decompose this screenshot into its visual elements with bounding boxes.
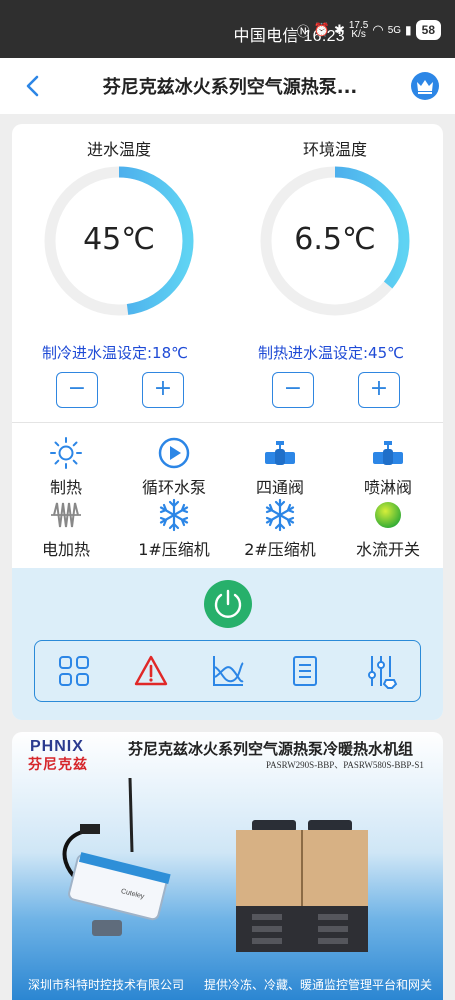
status-label: 循环水泵 [141, 478, 206, 497]
valve-icon [373, 441, 403, 465]
cooling-plus-button[interactable]: + [142, 372, 184, 408]
back-arrow-icon[interactable] [22, 74, 46, 98]
heating-setpoint: 制热进水温设定:45℃ [258, 344, 404, 362]
status-compressor-2: 2#压缩机 [230, 498, 330, 560]
crown-icon [417, 80, 433, 94]
banner-company: 深圳市科特时控技术有限公司 [28, 978, 185, 992]
warning-icon[interactable] [133, 653, 169, 689]
status-label: 制热 [49, 478, 82, 497]
power-button[interactable] [204, 580, 252, 628]
status-icons: Ⓝ ⏰ ✱ 17.5 K/s ◠ 5G ▮ 58 [297, 20, 441, 40]
status-spray-valve: 喷淋阀 [338, 436, 438, 498]
grid-icon[interactable] [56, 653, 92, 689]
control-card: 进水温度 45℃ 环境温度 6.5℃ 制冷进水温设定:18℃ 制热进水温设定:4… [12, 124, 443, 720]
green-dot-icon [375, 502, 401, 528]
status-label: 喷淋阀 [363, 478, 412, 497]
status-flow-switch: 水流开关 [338, 498, 438, 560]
status-label: 四通阀 [255, 478, 304, 497]
wifi-icon: ◠ [372, 22, 384, 37]
snowflake-icon [265, 498, 295, 532]
crown-button[interactable] [411, 72, 439, 100]
status-label: 电加热 [41, 540, 90, 559]
heating-plus-button[interactable]: + [358, 372, 400, 408]
status-pump: 循环水泵 [124, 436, 224, 498]
heat-pump-unit-image [236, 820, 368, 952]
ambient-temp-value: 6.5℃ [294, 222, 376, 257]
sliders-icon[interactable] [364, 653, 400, 689]
status-bar: 中国电信 16:23 Ⓝ ⏰ ✱ 17.5 K/s ◠ 5G ▮ 58 [0, 0, 455, 58]
status-label: 1#压缩机 [138, 540, 210, 559]
net-speed: 17.5 K/s [348, 20, 369, 40]
list-icon[interactable] [287, 653, 323, 689]
sun-icon [50, 437, 82, 469]
control-area [12, 568, 443, 720]
nfc-icon: Ⓝ [296, 23, 310, 39]
chart-icon[interactable] [210, 653, 246, 689]
nav-bar: 芬尼克兹冰火系列空气源热泵... [0, 58, 455, 114]
battery-indicator: 58 [415, 20, 441, 40]
status-heating: 制热 [16, 436, 116, 498]
cooling-minus-button[interactable]: − [56, 372, 98, 408]
gateway-device-image: Cuteley [62, 777, 171, 936]
status-compressor-1: 1#压缩机 [124, 498, 224, 560]
banner-title: 芬尼克兹冰火系列空气源热泵冷暖热水机组 [128, 740, 414, 758]
valve-icon [265, 441, 295, 465]
ambient-temp-label: 环境温度 [302, 140, 367, 159]
inlet-temp-label: 进水温度 [86, 140, 151, 159]
status-four-way-valve: 四通阀 [230, 436, 330, 498]
banner-models: PASRW290S-BBP、PASRW580S-BBP-S1 [266, 760, 424, 770]
page-title: 芬尼克兹冰火系列空气源热泵... [102, 77, 358, 98]
banner-service: 提供冷冻、冷藏、暖通监控管理平台和网关 [204, 978, 433, 992]
inlet-temp-value: 45℃ [83, 222, 155, 257]
snowflake-icon [159, 498, 189, 532]
product-banner[interactable]: PHNIX 芬尼克兹 芬尼克兹冰火系列空气源热泵冷暖热水机组 PASRW290S… [12, 732, 443, 1000]
status-label: 2#压缩机 [244, 540, 316, 559]
tool-bar [34, 640, 421, 702]
status-electric-heater: 电加热 [16, 498, 116, 560]
signal-icon: ▮ [405, 23, 412, 37]
heater-icon [51, 502, 81, 528]
heating-minus-button[interactable]: − [272, 372, 314, 408]
play-circle-icon [158, 437, 190, 469]
signal-label: 5G [387, 24, 402, 36]
alarm-icon: ⏰ [313, 22, 330, 37]
cooling-setpoint: 制冷进水温设定:18℃ [42, 344, 188, 362]
divider [12, 422, 443, 423]
status-label: 水流开关 [355, 540, 420, 559]
bluetooth-icon: ✱ [333, 22, 345, 37]
power-icon [214, 589, 242, 618]
